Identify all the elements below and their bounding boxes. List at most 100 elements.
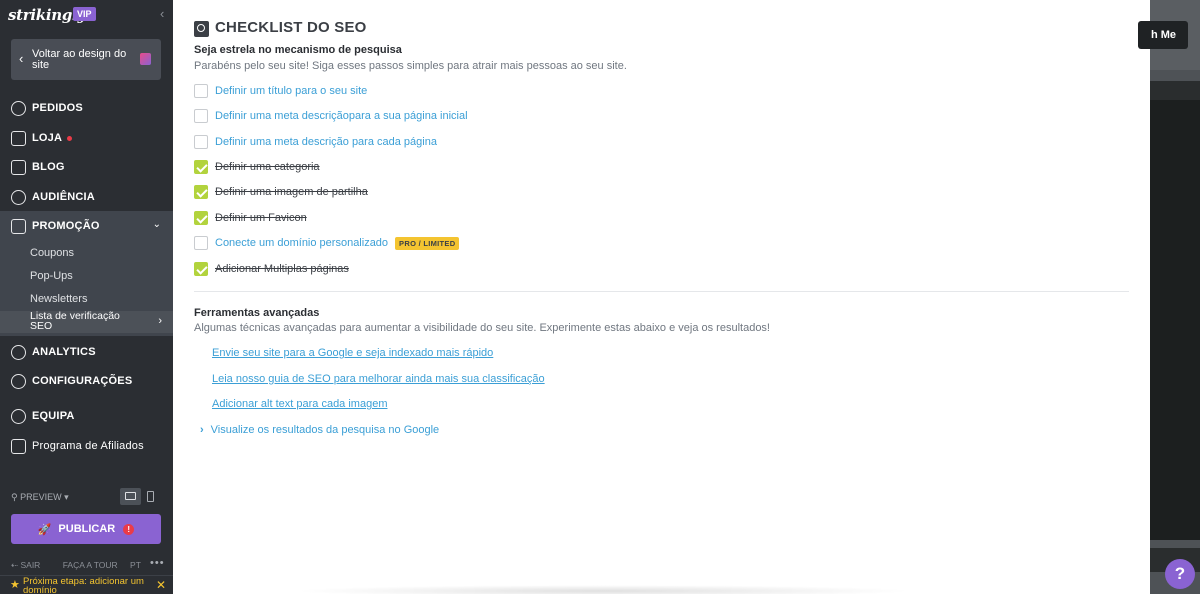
nav-item-afiliados[interactable]: Programa de Afiliados <box>0 431 173 461</box>
more-options-icon[interactable]: ••• <box>150 557 165 569</box>
promo-submenu: Coupons Pop-Ups Newsletters Lista de ver… <box>0 241 173 336</box>
checkbox-checked[interactable] <box>194 160 208 174</box>
team-icon <box>11 408 26 424</box>
exit-label: SAIR <box>20 560 41 570</box>
divider <box>194 291 1129 292</box>
checkbox[interactable] <box>194 135 208 149</box>
back-to-design-button[interactable]: ‹ Voltar ao design do site <box>11 39 161 80</box>
back-to-design-label: Voltar ao design do site <box>32 48 127 71</box>
checklist-done-label: Definir uma categoria <box>215 161 320 173</box>
section-subheading: Parabéns pelo seu site! Siga esses passo… <box>194 60 627 72</box>
checklist-item[interactable]: Adicionar Multiplas páginas <box>194 261 349 277</box>
submenu-item-newsletters[interactable]: Newsletters <box>30 293 87 305</box>
sidebar: strikingly VIP ‹ ‹ Voltar ao design do s… <box>0 0 173 594</box>
seo-search-icon <box>194 21 209 37</box>
nav-item-promocao[interactable]: PROMOÇÃO ⌄ <box>0 211 173 241</box>
checklist-done-label: Definir um Favicon <box>215 212 307 224</box>
advanced-tools-title: Ferramentas avançadas <box>194 307 320 319</box>
gear-icon <box>11 373 26 389</box>
checkbox-checked[interactable] <box>194 211 208 225</box>
checklist-link[interactable]: Definir um título para o seu site <box>215 85 367 97</box>
checklist-item[interactable]: Definir um título para o seu site <box>194 83 367 99</box>
checkbox[interactable] <box>194 109 208 123</box>
nav-label: PEDIDOS <box>32 102 83 114</box>
collapse-sidebar-icon[interactable]: ‹ <box>160 6 164 21</box>
nav-label: ANALYTICS <box>32 346 96 358</box>
tour-link[interactable]: FAÇA A TOUR <box>63 560 118 570</box>
dollar-icon <box>11 100 26 116</box>
checkbox[interactable] <box>194 84 208 98</box>
next-step-banner[interactable]: ★ Próxima etapa: adicionar um domínio ✕ <box>0 575 173 594</box>
nav-item-loja[interactable]: LOJA <box>0 123 173 153</box>
checklist-done-label: Adicionar Multiplas páginas <box>215 263 349 275</box>
checkbox-checked[interactable] <box>194 262 208 276</box>
nav-item-analytics[interactable]: ANALYTICS <box>0 337 173 367</box>
checkbox[interactable] <box>194 236 208 250</box>
chevron-right-icon: › <box>200 424 204 436</box>
nav-label: LOJA <box>32 132 63 144</box>
language-link[interactable]: PT <box>130 560 141 570</box>
nav-item-audiencia[interactable]: AUDIÊNCIA <box>0 182 173 212</box>
submenu-item-coupons[interactable]: Coupons <box>30 247 74 259</box>
preview-label: PREVIEW <box>20 492 62 502</box>
submenu-item-popups[interactable]: Pop-Ups <box>30 270 73 282</box>
google-submit-link[interactable]: Envie seu site para a Google e seja inde… <box>212 347 493 359</box>
seo-checklist-panel: CHECKLIST DO SEO Seja estrela no mecanis… <box>173 0 1150 594</box>
preview-toolbar <box>1150 81 1200 100</box>
preview-toggle[interactable]: ⚲ PREVIEW ▾ <box>11 492 69 503</box>
desktop-view-button[interactable] <box>120 488 141 505</box>
seo-guide-link[interactable]: Leia nosso guia de SEO para melhorar ain… <box>212 373 545 385</box>
mobile-view-button[interactable] <box>147 491 154 502</box>
sidebar-footer: ⇠ SAIR FAÇA A TOUR PT <box>11 560 151 571</box>
vip-badge: VIP <box>73 7 96 21</box>
notification-dot <box>67 135 73 141</box>
checkbox-checked[interactable] <box>194 185 208 199</box>
next-step-text: Próxima etapa: adicionar um domínio <box>23 576 144 594</box>
alt-text-link[interactable]: Adicionar alt text para cada imagem <box>212 398 387 410</box>
star-icon: ★ <box>10 579 20 591</box>
scroll-shadow <box>293 585 913 594</box>
help-button[interactable]: ? <box>1165 559 1195 589</box>
nav-item-blog[interactable]: BLOG <box>0 152 173 182</box>
people-icon <box>11 189 26 205</box>
rocket-icon: 🚀 <box>37 523 52 536</box>
page-title: CHECKLIST DO SEO <box>215 19 367 36</box>
checklist-item[interactable]: Definir uma imagem de partilha <box>194 184 368 200</box>
checklist-link[interactable]: Conecte um domínio personalizado <box>215 237 388 249</box>
pro-limited-badge: PRO / LIMITED <box>395 236 460 250</box>
close-icon[interactable]: ✕ <box>156 578 166 592</box>
submenu-label: Lista de verificação SEO <box>30 310 120 332</box>
nav-label: EQUIPA <box>32 410 75 422</box>
checklist-item[interactable]: Definir uma categoria <box>194 159 320 175</box>
checklist-item[interactable]: Definir uma meta descriçãopara a sua pág… <box>194 108 468 124</box>
checklist-link[interactable]: Definir uma meta descriçãopara a sua pág… <box>215 110 468 122</box>
nav-label: AUDIÊNCIA <box>32 191 95 203</box>
site-preview-background: h Me ? <box>1138 0 1200 594</box>
publish-label: PUBLICAR <box>58 523 116 535</box>
preview-header: h Me <box>1138 0 1200 70</box>
section-heading: Seja estrela no mecanismo de pesquisa <box>194 44 402 56</box>
search-icon: ⚲ <box>11 492 21 502</box>
google-preview-label: Visualize os resultados da pesquisa no G… <box>210 424 440 436</box>
warning-icon: ! <box>123 523 135 535</box>
nav-item-configuracoes[interactable]: CONFIGURAÇÕES <box>0 366 173 396</box>
desktop-icon <box>125 492 136 500</box>
nav-item-pedidos[interactable]: PEDIDOS <box>0 93 173 123</box>
checklist-item[interactable]: Definir um Favicon <box>194 210 307 226</box>
checklist-item[interactable]: Definir uma meta descrição para cada pág… <box>194 134 437 150</box>
nav-label: Programa de Afiliados <box>32 440 144 452</box>
nav-label: BLOG <box>32 161 65 173</box>
publish-button[interactable]: 🚀 PUBLICAR ! <box>11 514 161 544</box>
exit-link[interactable]: ⇠ SAIR <box>11 560 50 570</box>
store-icon <box>11 130 26 146</box>
chart-icon <box>11 344 26 360</box>
nav-item-equipa[interactable]: EQUIPA <box>0 401 173 431</box>
chevron-down-icon: ⌄ <box>152 219 161 230</box>
megaphone-icon <box>11 218 26 234</box>
google-preview-toggle[interactable]: › Visualize os resultados da pesquisa no … <box>200 424 439 436</box>
submenu-item-seo-checklist[interactable]: Lista de verificação SEO › <box>0 311 173 333</box>
checklist-link[interactable]: Definir uma meta descrição para cada pág… <box>215 136 437 148</box>
advanced-tools-subtitle: Algumas técnicas avançadas para aumentar… <box>194 322 770 334</box>
checklist-item[interactable]: Conecte um domínio personalizado PRO / L… <box>194 235 460 251</box>
preview-header-button[interactable]: h Me <box>1138 21 1188 49</box>
